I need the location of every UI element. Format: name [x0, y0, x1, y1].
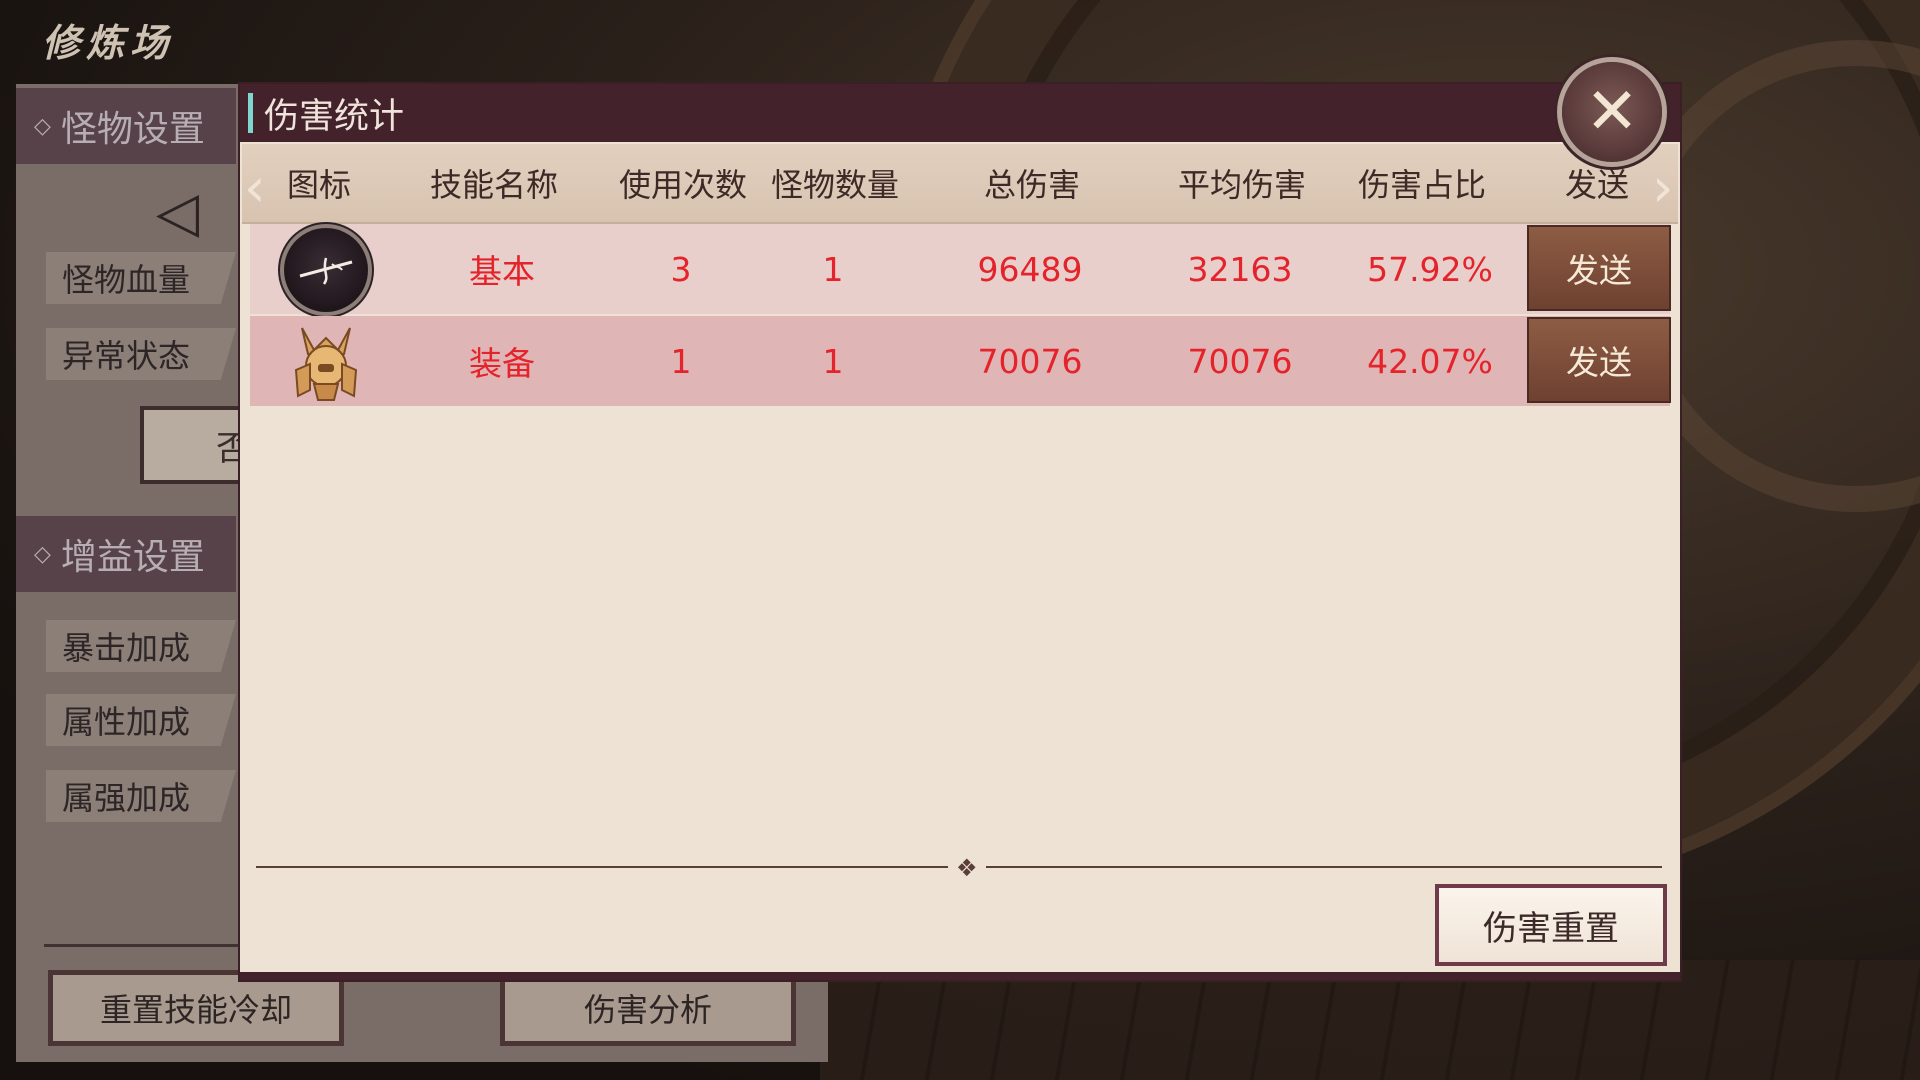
send-button-label: 发送: [1566, 251, 1632, 290]
monster-settings-label: 怪物设置: [60, 109, 205, 150]
skill-icon-slot: [284, 320, 368, 404]
title-accent-bar: [248, 93, 253, 133]
send-button[interactable]: 发送: [1527, 317, 1671, 403]
damage-share: 42.07%: [1367, 341, 1493, 381]
damage-analysis-button[interactable]: 伤害分析: [500, 970, 796, 1046]
dialog-bottom-border: [240, 972, 1680, 980]
average-damage: 32163: [1187, 249, 1293, 289]
monster-count: 1: [822, 249, 844, 289]
elem-bonus-label: 属强加成: [46, 770, 236, 822]
total-damage: 96489: [977, 249, 1083, 289]
col-total-damage: 总伤害: [983, 166, 1080, 204]
attr-bonus-label: 属性加成: [46, 694, 236, 746]
damage-share: 57.92%: [1367, 249, 1493, 289]
col-monster-count: 怪物数量: [770, 166, 899, 204]
col-average-damage: 平均伤害: [1177, 166, 1306, 204]
monster-count: 1: [822, 341, 844, 381]
col-use-count: 使用次数: [618, 166, 747, 204]
total-damage: 70076: [977, 341, 1083, 381]
sword-slash-icon: [284, 228, 368, 312]
close-icon: ✕: [1585, 75, 1639, 149]
table-row: 装备 1 1 70076 70076 42.07% 发送: [250, 316, 1671, 406]
damage-stats-dialog: 伤害统计 ‹ 图标 技能名称 使用次数 怪物数量 总伤害 平均伤害 伤害占比 发…: [240, 84, 1680, 980]
table-header: ‹ 图标 技能名称 使用次数 怪物数量 总伤害 平均伤害 伤害占比 发送 ›: [242, 144, 1678, 224]
damage-reset-button[interactable]: 伤害重置: [1435, 884, 1667, 966]
divider-ornament-icon: ❖: [948, 854, 986, 882]
abnormal-status-label: 异常状态: [46, 328, 236, 380]
crit-bonus-label: 暴击加成: [46, 620, 236, 672]
send-button[interactable]: 发送: [1527, 225, 1671, 311]
skill-name: 基本: [469, 252, 535, 291]
skill-name: 装备: [469, 344, 535, 383]
skill-icon-slot: [284, 228, 368, 312]
reset-cooldown-label: 重置技能冷却: [99, 991, 292, 1029]
table-row: 基本 3 1 96489 32163 57.92% 发送: [250, 224, 1671, 314]
damage-reset-label: 伤害重置: [1483, 908, 1619, 949]
damage-analysis-label: 伤害分析: [583, 991, 712, 1029]
buff-settings-header: ◇ 增益设置: [16, 516, 236, 592]
use-count: 3: [670, 249, 692, 289]
samurai-helmet-icon: [284, 320, 368, 404]
average-damage: 70076: [1187, 341, 1293, 381]
buff-settings-label: 增益设置: [60, 537, 205, 578]
col-icon: 图标: [286, 166, 351, 204]
dialog-title-bar: 伤害统计: [240, 84, 1680, 142]
col-damage-share: 伤害占比: [1357, 166, 1486, 204]
diamond-icon: ◇: [34, 541, 51, 567]
close-button[interactable]: ✕: [1562, 62, 1662, 162]
diamond-icon: ◇: [34, 113, 51, 139]
reset-cooldown-button[interactable]: 重置技能冷却: [48, 970, 344, 1046]
scene-title: 修炼场: [42, 20, 175, 65]
dialog-title: 伤害统计: [264, 96, 405, 137]
monster-hp-label: 怪物血量: [46, 252, 236, 304]
send-button-label: 发送: [1566, 343, 1632, 382]
prev-arrow-icon[interactable]: ◁: [156, 180, 199, 245]
use-count: 1: [670, 341, 692, 381]
header-right-cap-icon: ›: [1652, 156, 1674, 219]
header-left-cap-icon: ‹: [244, 156, 266, 219]
panel-separator: [44, 944, 244, 947]
monster-settings-header: ◇ 怪物设置: [16, 88, 236, 164]
col-skill-name: 技能名称: [429, 166, 558, 204]
